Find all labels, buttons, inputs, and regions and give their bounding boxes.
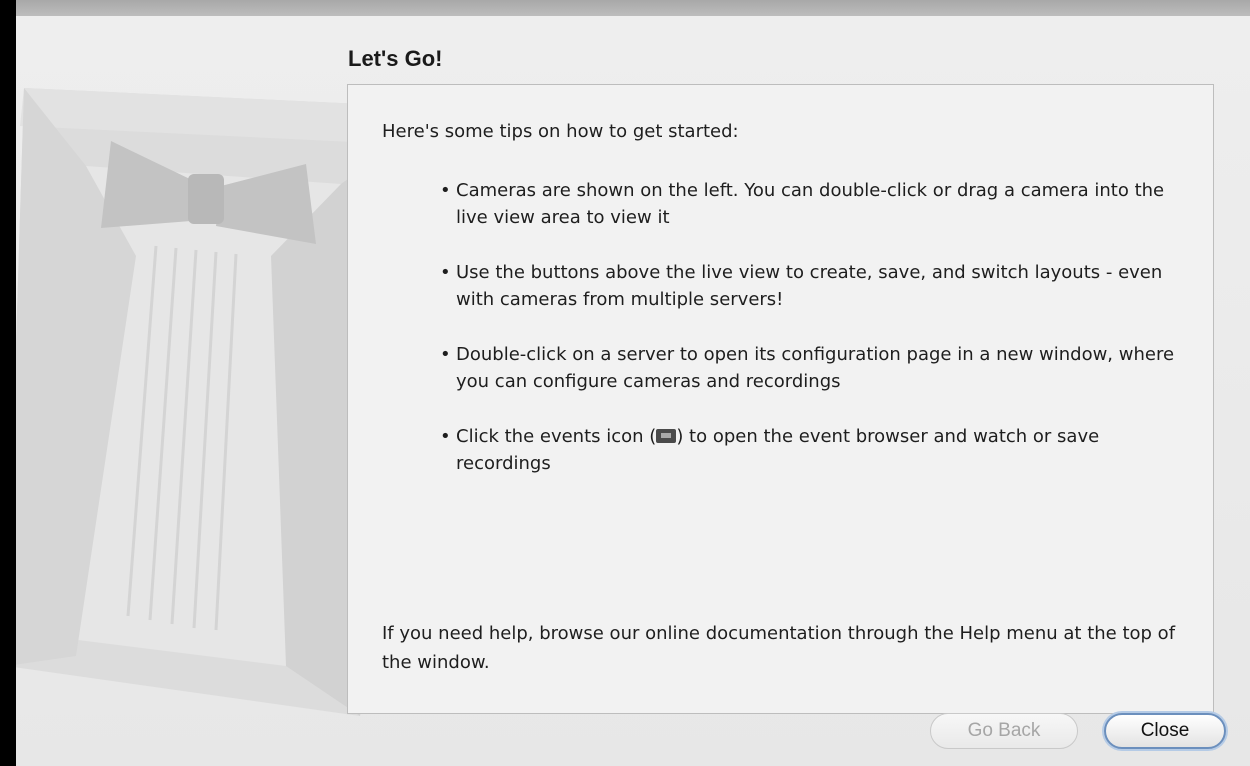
tip-text-before: Click the events icon ( (456, 426, 657, 447)
intro-text: Here's some tips on how to get started: (382, 121, 739, 142)
tip-text: Use the buttons above the live view to c… (456, 262, 1163, 310)
tip-text: Cameras are shown on the left. You can d… (456, 180, 1165, 228)
bullet: • (440, 426, 451, 447)
bullet: • (440, 344, 451, 365)
tip-item: • Double-click on a server to open its c… (438, 341, 1178, 395)
help-footer-text: If you need help, browse our online docu… (382, 623, 1176, 673)
tips-panel: Here's some tips on how to get started: … (347, 84, 1214, 714)
bullet: • (440, 180, 451, 201)
tips-list: • Cameras are shown on the left. You can… (438, 177, 1178, 505)
tip-item: • Use the buttons above the live view to… (438, 259, 1178, 313)
window-left-edge (0, 0, 16, 766)
events-icon (656, 429, 677, 443)
bullet: • (440, 262, 451, 283)
dialog-title: Let's Go! (348, 46, 443, 71)
window-top-strip (0, 0, 1250, 16)
tip-text: Double-click on a server to open its con… (456, 344, 1175, 392)
tip-item: • Cameras are shown on the left. You can… (438, 177, 1178, 231)
welcome-dialog: Let's Go! Here's some tips on how to get… (16, 16, 1250, 766)
close-button[interactable]: Close (1104, 713, 1226, 749)
go-back-button[interactable]: Go Back (930, 713, 1078, 749)
tip-item-events: • Click the events icon () to open the e… (438, 423, 1178, 477)
